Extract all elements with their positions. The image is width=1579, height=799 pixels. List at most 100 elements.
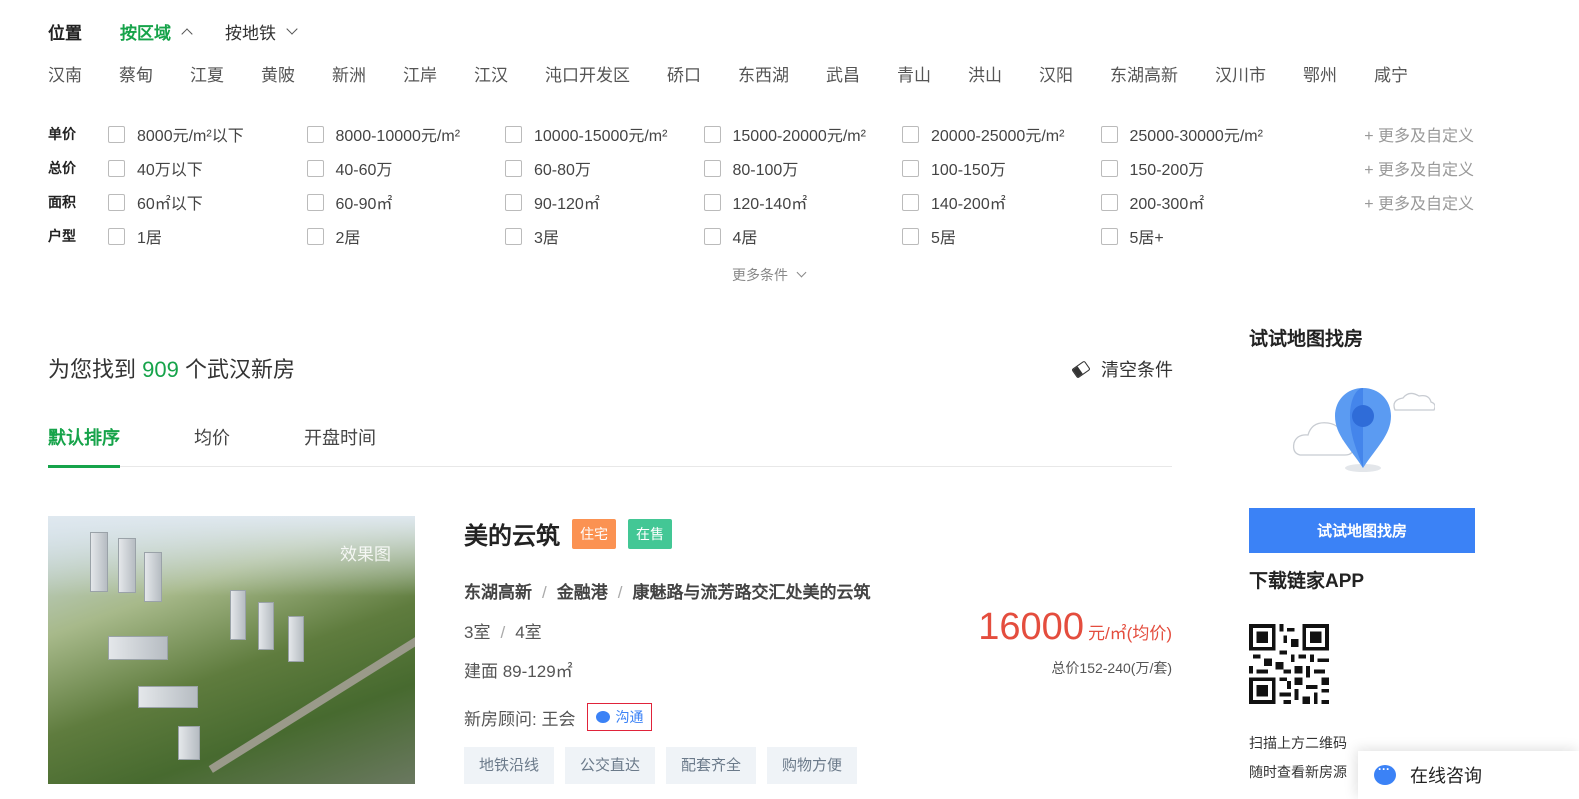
filter-option[interactable]: 5居+ <box>1100 224 1300 248</box>
checkbox[interactable] <box>108 227 125 245</box>
checkbox[interactable] <box>306 159 324 177</box>
filter-option[interactable]: 20000-25000元/m² <box>902 122 1101 146</box>
checkbox[interactable] <box>306 125 324 143</box>
filter-option[interactable]: 25000-30000元/m² <box>1100 122 1300 146</box>
building-shape <box>258 602 274 650</box>
building-shape <box>138 686 198 708</box>
filter-option[interactable]: 10000-15000元/m² <box>505 122 704 146</box>
building-shape <box>230 590 246 640</box>
checkbox[interactable] <box>505 159 522 177</box>
download-app-title: 下载链家APP <box>1249 571 1365 592</box>
district-item[interactable]: 黄陂 <box>261 61 295 86</box>
district-item[interactable]: 汉阳 <box>1039 61 1073 86</box>
district-item[interactable]: 洪山 <box>968 61 1002 86</box>
checkbox[interactable] <box>108 159 125 177</box>
tab-average-price[interactable]: 均价 <box>194 424 230 467</box>
tab-opening-time[interactable]: 开盘时间 <box>304 424 376 467</box>
district-item[interactable]: 汉川市 <box>1215 61 1266 86</box>
district-item[interactable]: 东西湖 <box>738 61 789 86</box>
clear-filters-button[interactable]: 清空条件 <box>1071 356 1173 382</box>
map-search-button[interactable]: 试试地图找房 <box>1249 508 1475 553</box>
district-item[interactable]: 硚口 <box>667 61 701 86</box>
listing-image[interactable]: 效果图 <box>48 516 415 784</box>
filter-label: 单价 <box>48 126 76 142</box>
district-item[interactable]: 青山 <box>897 61 931 86</box>
chat-bubble-icon <box>596 711 611 723</box>
feature-tag: 公交直达 <box>565 747 656 784</box>
tag-on-sale: 在售 <box>628 518 672 549</box>
checkbox[interactable] <box>703 125 721 143</box>
filter-option[interactable]: 8000元/m²以下 <box>108 122 307 146</box>
district-item[interactable]: 江汉 <box>474 61 508 86</box>
checkbox[interactable] <box>902 227 919 245</box>
filter-option[interactable]: 150-200万 <box>1100 156 1300 180</box>
filter-option[interactable]: 100-150万 <box>902 156 1101 180</box>
checkbox[interactable] <box>306 227 324 245</box>
filter-option[interactable]: 1居 <box>108 224 307 248</box>
checkbox[interactable] <box>902 125 919 143</box>
filter-option[interactable]: 40万以下 <box>108 156 307 180</box>
filter-option[interactable]: 140-200㎡ <box>902 190 1101 214</box>
chevron-down-icon <box>796 267 807 278</box>
checkbox[interactable] <box>505 227 522 245</box>
checkbox[interactable] <box>1100 125 1118 143</box>
filter-option[interactable]: 3居 <box>505 224 704 248</box>
checkbox[interactable] <box>703 159 721 177</box>
building-shape <box>178 726 200 760</box>
listing-name[interactable]: 美的云筑 <box>464 516 560 551</box>
checkbox[interactable] <box>1100 227 1118 245</box>
checkbox[interactable] <box>1100 193 1118 211</box>
filter-total-price: 总价 40万以下 40-60万 60-80万 80-100万 100-150万 … <box>48 156 1478 180</box>
district-item[interactable]: 汉南 <box>48 61 82 86</box>
filter-label: 户型 <box>48 228 76 244</box>
tab-default-sort[interactable]: 默认排序 <box>48 424 120 468</box>
filter-option[interactable]: 5居 <box>902 224 1101 248</box>
more-custom-link[interactable]: + 更多及自定义 <box>1364 190 1474 214</box>
filter-option[interactable]: 60-80万 <box>505 156 704 180</box>
result-count: 909 <box>142 357 179 382</box>
filter-option[interactable]: 60㎡以下 <box>108 190 307 214</box>
map-search-title: 试试地图找房 <box>1249 329 1364 350</box>
district-item[interactable]: 江夏 <box>190 61 224 86</box>
tab-by-subway[interactable]: 按地铁 <box>225 19 298 44</box>
checkbox[interactable] <box>1100 159 1118 177</box>
listing-location: 东湖高新 / 金融港 / 康魅路与流芳路交汇处美的云筑 <box>464 583 871 602</box>
district-item[interactable]: 新洲 <box>332 61 366 86</box>
district-item[interactable]: 江岸 <box>403 61 437 86</box>
filter-option[interactable]: 8000-10000元/m² <box>306 122 506 146</box>
checkbox[interactable] <box>902 193 919 211</box>
more-custom-link[interactable]: + 更多及自定义 <box>1364 122 1474 146</box>
filter-option[interactable]: 60-90㎡ <box>306 190 506 214</box>
more-custom-link[interactable]: + 更多及自定义 <box>1364 156 1474 180</box>
scan-hint-line2: 随时查看新房源 <box>1249 764 1347 780</box>
filter-option[interactable]: 90-120㎡ <box>505 190 704 214</box>
filter-option[interactable]: 120-140㎡ <box>703 190 903 214</box>
filter-option[interactable]: 200-300㎡ <box>1100 190 1300 214</box>
filter-option[interactable]: 40-60万 <box>306 156 506 180</box>
filter-option[interactable]: 2居 <box>306 224 506 248</box>
more-conditions-toggle[interactable]: 更多条件 <box>732 265 807 285</box>
location-label: 位置 <box>48 23 82 43</box>
filter-option[interactable]: 15000-20000元/m² <box>703 122 903 146</box>
district-item[interactable]: 武昌 <box>826 61 860 86</box>
checkbox[interactable] <box>108 193 125 211</box>
chat-icon <box>1374 762 1396 785</box>
district-item[interactable]: 蔡甸 <box>119 61 153 86</box>
checkbox[interactable] <box>505 125 522 143</box>
district-item[interactable]: 鄂州 <box>1303 61 1337 86</box>
listing-rooms: 3室/4室 <box>464 623 542 642</box>
district-item[interactable]: 东湖高新 <box>1110 61 1178 86</box>
checkbox[interactable] <box>306 193 324 211</box>
filter-option[interactable]: 4居 <box>703 224 903 248</box>
district-item[interactable]: 咸宁 <box>1374 61 1408 86</box>
checkbox[interactable] <box>703 227 721 245</box>
filter-option[interactable]: 80-100万 <box>703 156 903 180</box>
checkbox[interactable] <box>108 125 125 143</box>
tab-by-district[interactable]: 按区域 <box>120 19 193 44</box>
district-item[interactable]: 沌口开发区 <box>545 61 630 86</box>
online-consult-button[interactable]: 在线咨询 <box>1358 751 1579 799</box>
checkbox[interactable] <box>703 193 721 211</box>
chat-button[interactable]: 沟通 <box>587 703 653 731</box>
checkbox[interactable] <box>902 159 919 177</box>
checkbox[interactable] <box>505 193 522 211</box>
